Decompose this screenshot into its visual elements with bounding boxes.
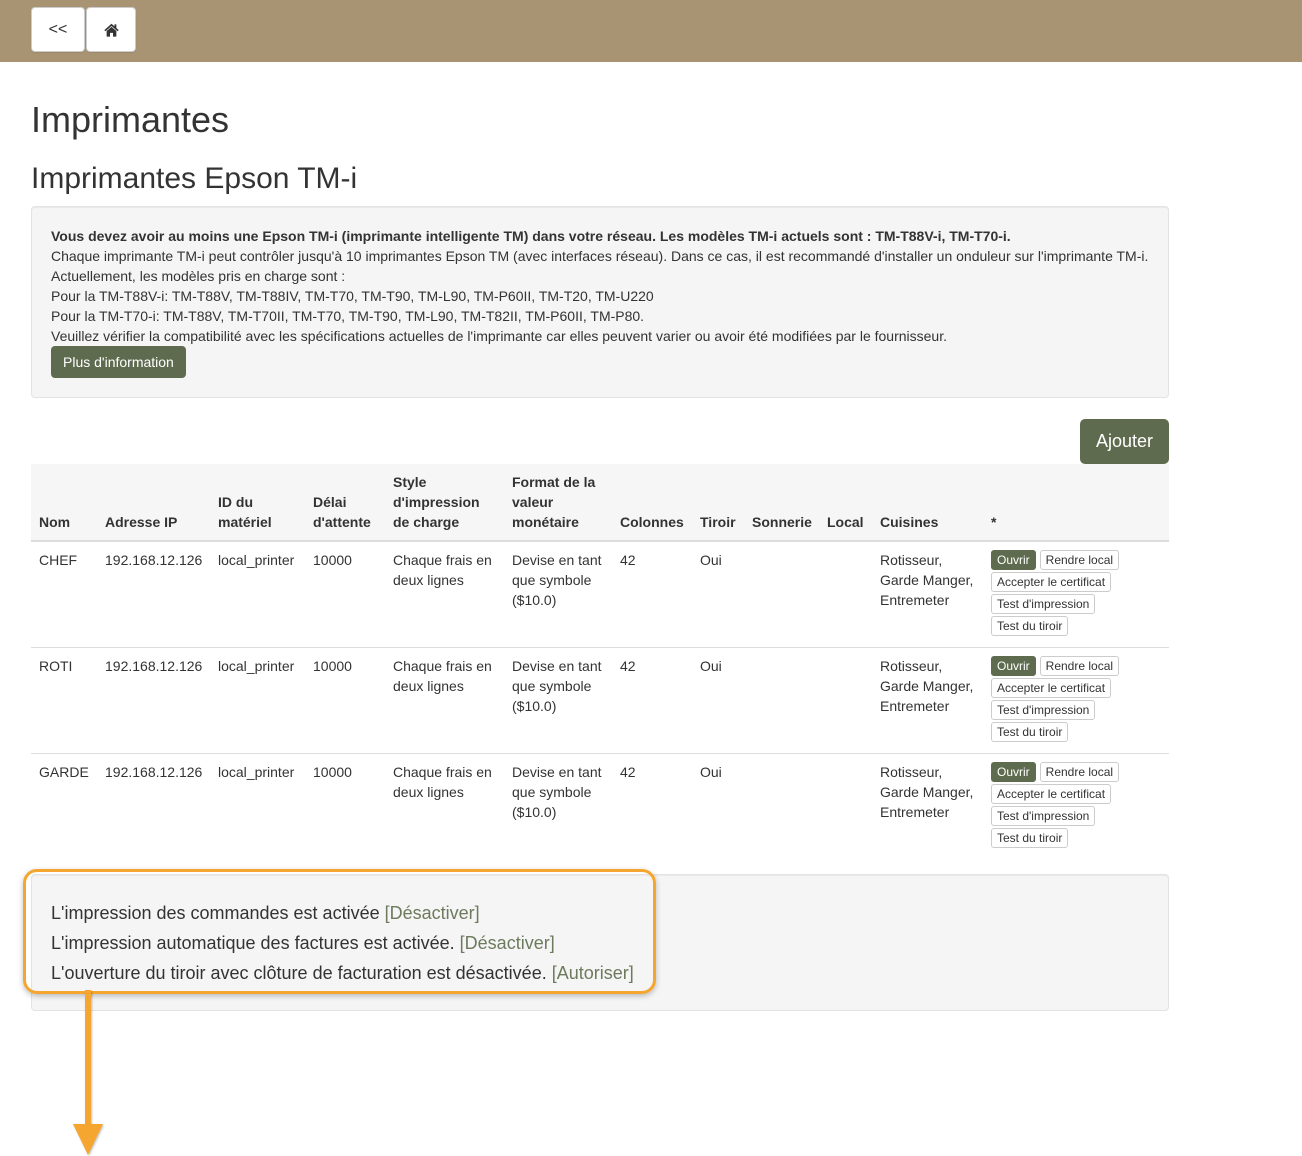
disable-order-printing-link[interactable]: [Désactiver] <box>385 903 480 923</box>
info-panel: Vous devez avoir au moins une Epson TM-i… <box>31 206 1169 398</box>
cell-currency-format: Devise en tant que symbole ($10.0) <box>504 647 612 754</box>
info-line: Pour la TM-T70-i: TM-T88V, TM-T70II, TM-… <box>51 308 645 324</box>
cell-print-style: Chaque frais en deux lignes <box>385 540 504 648</box>
cell-ip: 192.168.12.126 <box>97 540 210 648</box>
open-button[interactable]: Ouvrir <box>991 656 1036 676</box>
status-text: L'impression des commandes est activée <box>51 903 380 923</box>
cell-drawer: Oui <box>692 753 744 859</box>
row-actions: Ouvrir Rendre local Accepter le certific… <box>991 656 1161 744</box>
test-print-button[interactable]: Test d'impression <box>991 806 1096 826</box>
cell-actions: Ouvrir Rendre local Accepter le certific… <box>983 647 1169 754</box>
cell-bell <box>744 753 819 859</box>
annotation-arrow <box>73 990 103 1155</box>
cell-hardware-id: local_printer <box>210 540 305 648</box>
open-button[interactable]: Ouvrir <box>991 762 1036 782</box>
accept-certificate-button[interactable]: Accepter le certificat <box>991 572 1112 592</box>
cell-currency-format: Devise en tant que symbole ($10.0) <box>504 753 612 859</box>
cell-name: GARDE <box>31 753 97 859</box>
make-local-button[interactable]: Rendre local <box>1039 656 1120 676</box>
cell-local <box>819 753 872 859</box>
status-line-auto-invoice-printing: L'impression automatique des factures es… <box>51 928 1149 958</box>
cell-bell <box>744 647 819 754</box>
cell-print-style: Chaque frais en deux lignes <box>385 647 504 754</box>
main-content: Imprimantes Imprimantes Epson TM-i Vous … <box>23 62 1169 1011</box>
cell-currency-format: Devise en tant que symbole ($10.0) <box>504 540 612 648</box>
cell-drawer: Oui <box>692 540 744 648</box>
test-drawer-button[interactable]: Test du tiroir <box>991 616 1069 636</box>
status-text: L'ouverture du tiroir avec clôture de fa… <box>51 963 547 983</box>
header-columns: Colonnes <box>612 464 692 542</box>
add-printer-button[interactable]: Ajouter <box>1079 419 1169 464</box>
cell-local <box>819 540 872 648</box>
row-actions: Ouvrir Rendre local Accepter le certific… <box>991 762 1161 850</box>
header-name: Nom <box>31 464 97 542</box>
header-timeout: Délai d'attente <box>305 464 385 542</box>
cell-columns: 42 <box>612 753 692 859</box>
section-title: Imprimantes Epson TM-i <box>31 162 358 195</box>
cell-timeout: 10000 <box>305 540 385 648</box>
header-hardware-id: ID du matériel <box>210 464 305 542</box>
cell-timeout: 10000 <box>305 647 385 754</box>
header-local: Local <box>819 464 872 542</box>
row-actions: Ouvrir Rendre local Accepter le certific… <box>991 550 1161 638</box>
table-row: ROTI 192.168.12.126 local_printer 10000 … <box>31 647 1169 754</box>
cell-local <box>819 647 872 754</box>
make-local-button[interactable]: Rendre local <box>1039 762 1120 782</box>
info-line: Chaque imprimante TM-i peut contrôler ju… <box>51 248 1149 264</box>
info-line: Pour la TM-T88V-i: TM-T88V, TM-T88IV, TM… <box>51 288 654 304</box>
back-button[interactable]: << <box>31 7 85 52</box>
status-text: L'impression automatique des factures es… <box>51 933 455 953</box>
table-row: GARDE 192.168.12.126 local_printer 10000… <box>31 753 1169 859</box>
disable-auto-invoice-printing-link[interactable]: [Désactiver] <box>460 933 555 953</box>
test-print-button[interactable]: Test d'impression <box>991 594 1096 614</box>
accept-certificate-button[interactable]: Accepter le certificat <box>991 678 1112 698</box>
cell-hardware-id: local_printer <box>210 647 305 754</box>
table-header-row: Nom Adresse IP ID du matériel Délai d'at… <box>31 464 1169 542</box>
status-line-order-printing: L'impression des commandes est activée [… <box>51 898 1149 928</box>
info-line: Veuillez vérifier la compatibilité avec … <box>51 328 947 344</box>
header-drawer: Tiroir <box>692 464 744 542</box>
cell-name: CHEF <box>31 540 97 648</box>
cell-hardware-id: local_printer <box>210 753 305 859</box>
cell-ip: 192.168.12.126 <box>97 753 210 859</box>
add-row: Ajouter <box>31 419 1169 464</box>
header-actions: * <box>983 464 1169 542</box>
header-kitchens: Cuisines <box>872 464 983 542</box>
cell-ip: 192.168.12.126 <box>97 647 210 754</box>
cell-kitchens: Rotisseur, Garde Manger, Entremeter <box>872 540 983 648</box>
header-currency-format: Format de la valeur monétaire <box>504 464 612 542</box>
header-bell: Sonnerie <box>744 464 819 542</box>
printers-table: Nom Adresse IP ID du matériel Délai d'at… <box>31 464 1169 859</box>
cell-actions: Ouvrir Rendre local Accepter le certific… <box>983 540 1169 648</box>
top-bar: << <box>0 0 1302 62</box>
more-info-button[interactable]: Plus d'information <box>51 346 186 378</box>
home-icon <box>103 23 119 37</box>
test-drawer-button[interactable]: Test du tiroir <box>991 828 1069 848</box>
cell-bell <box>744 540 819 648</box>
info-line: Actuellement, les modèles pris en charge… <box>51 268 346 284</box>
accept-certificate-button[interactable]: Accepter le certificat <box>991 784 1112 804</box>
cell-kitchens: Rotisseur, Garde Manger, Entremeter <box>872 647 983 754</box>
cell-columns: 42 <box>612 647 692 754</box>
table-row: CHEF 192.168.12.126 local_printer 10000 … <box>31 540 1169 648</box>
cell-drawer: Oui <box>692 647 744 754</box>
cell-print-style: Chaque frais en deux lignes <box>385 753 504 859</box>
status-line-drawer-opening: L'ouverture du tiroir avec clôture de fa… <box>51 958 1149 988</box>
page-title: Imprimantes <box>31 99 230 140</box>
printing-status-panel: L'impression des commandes est activée [… <box>23 869 1169 1011</box>
make-local-button[interactable]: Rendre local <box>1039 550 1120 570</box>
home-button[interactable] <box>86 7 136 52</box>
cell-kitchens: Rotisseur, Garde Manger, Entremeter <box>872 753 983 859</box>
cell-columns: 42 <box>612 540 692 648</box>
header-print-style: Style d'impression de charge <box>385 464 504 542</box>
test-drawer-button[interactable]: Test du tiroir <box>991 722 1069 742</box>
header-ip: Adresse IP <box>97 464 210 542</box>
test-print-button[interactable]: Test d'impression <box>991 700 1096 720</box>
info-intro: Vous devez avoir au moins une Epson TM-i… <box>51 228 1011 244</box>
cell-actions: Ouvrir Rendre local Accepter le certific… <box>983 753 1169 859</box>
cell-timeout: 10000 <box>305 753 385 859</box>
open-button[interactable]: Ouvrir <box>991 550 1036 570</box>
allow-drawer-opening-link[interactable]: [Autoriser] <box>552 963 634 983</box>
cell-name: ROTI <box>31 647 97 754</box>
